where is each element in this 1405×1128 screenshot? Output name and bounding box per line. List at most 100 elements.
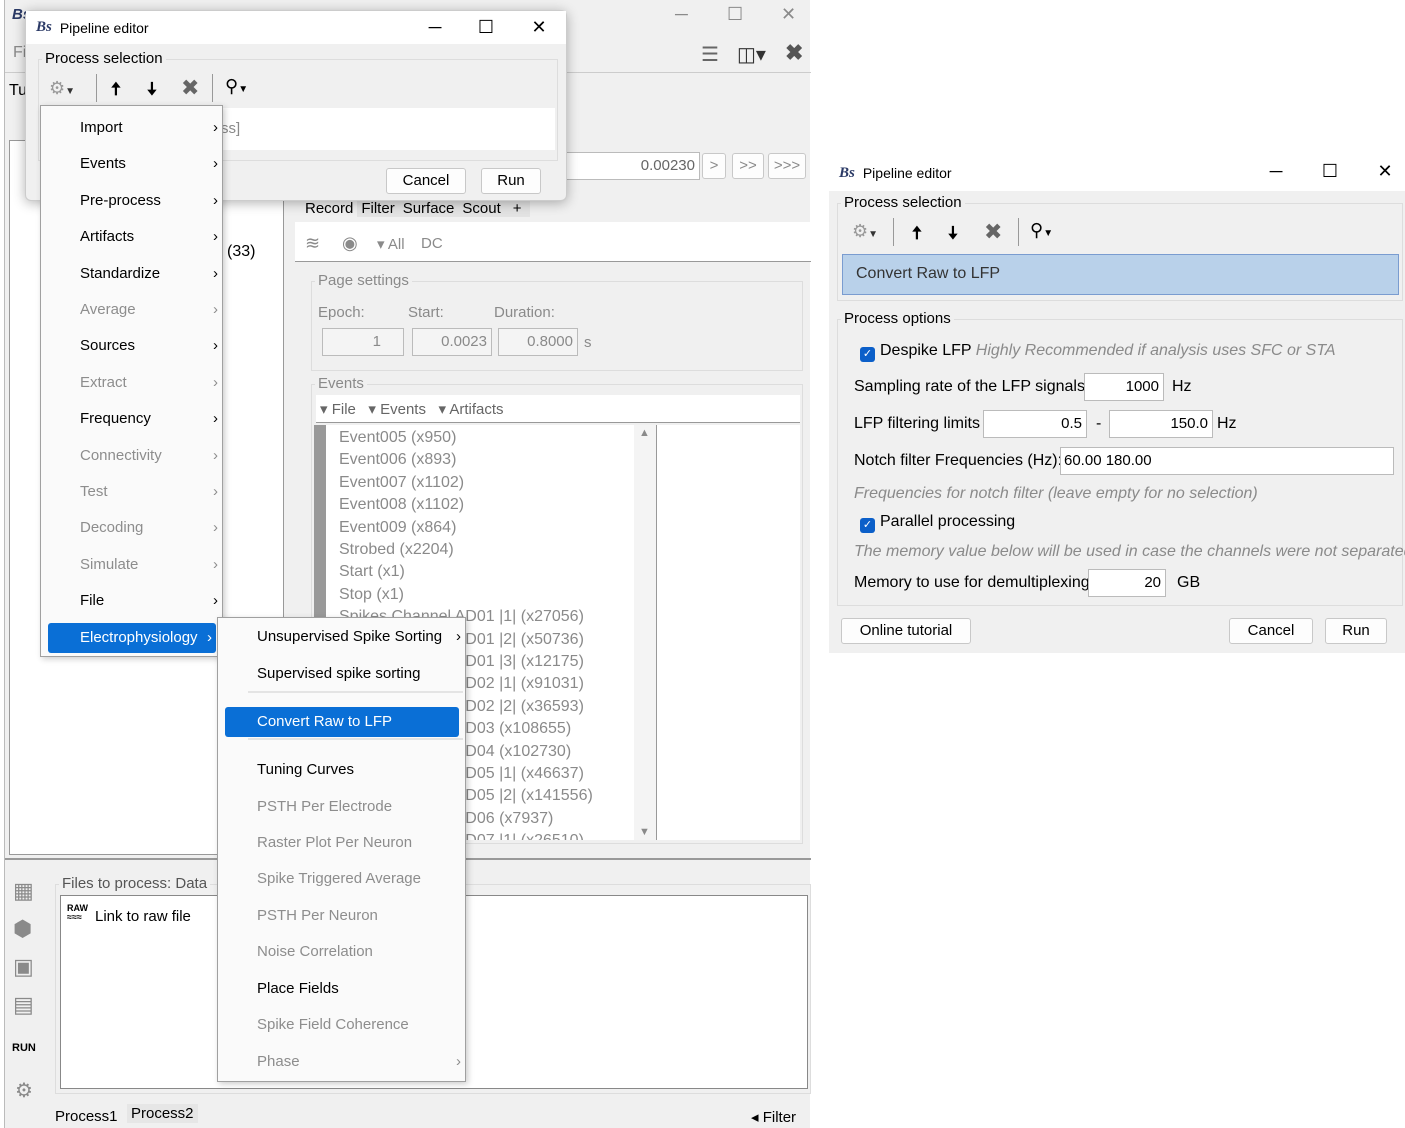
delete-icon[interactable]: ✖: [181, 75, 199, 101]
target-icon[interactable]: ◉: [342, 233, 358, 254]
menu-item-standardize[interactable]: Standardize ›: [41, 259, 222, 289]
process-matrix-icon[interactable]: ▤: [13, 992, 34, 1018]
sampling-rate-input[interactable]: 1000: [1084, 373, 1164, 401]
filter-high-input[interactable]: 150.0: [1109, 410, 1213, 438]
run-button[interactable]: Run: [481, 168, 541, 194]
menu-item-extract[interactable]: Extract ›: [41, 368, 222, 398]
tab-process2[interactable]: Process2: [127, 1104, 198, 1123]
settings-icon[interactable]: ⚙: [15, 1078, 33, 1103]
menu-item-convert-raw-to-lfp[interactable]: Convert Raw to LFP: [225, 707, 459, 737]
minimize-icon[interactable]: ─: [675, 4, 688, 25]
notch-input[interactable]: 60.00 180.00: [1060, 447, 1394, 475]
menu-item-raster-plot-per-neuron[interactable]: Raster Plot Per Neuron: [218, 828, 465, 858]
delete-icon[interactable]: ✖: [984, 219, 1002, 245]
events-file-menu[interactable]: ▾ File: [320, 401, 356, 418]
event-item[interactable]: Event009 (x864): [339, 519, 456, 537]
cancel-button[interactable]: Cancel: [1229, 618, 1313, 644]
maximize-icon[interactable]: ☐: [1315, 161, 1345, 182]
process-sources-icon[interactable]: ⬢: [13, 916, 32, 942]
tab-add[interactable]: +: [504, 200, 530, 217]
menu-item-supervised-spike-sorting[interactable]: Supervised spike sorting: [218, 659, 465, 689]
arrow-up-icon[interactable]: 🠅: [912, 221, 922, 251]
tab-scout[interactable]: Scout: [458, 200, 505, 217]
parallel-checkbox[interactable]: ✓: [860, 518, 875, 533]
cancel-button[interactable]: Cancel: [386, 168, 466, 194]
despike-checkbox[interactable]: ✓: [860, 347, 875, 362]
menu-item-psth-per-electrode[interactable]: PSTH Per Electrode: [218, 792, 465, 822]
file-item[interactable]: Link to raw file: [95, 908, 191, 925]
time-field[interactable]: 0.00230: [565, 152, 700, 180]
close-icon[interactable]: ✕: [1370, 161, 1400, 182]
events-scrollbar[interactable]: ▲ ▼: [634, 425, 656, 840]
menu-item-artifacts[interactable]: Artifacts ›: [41, 222, 222, 252]
tab-filter[interactable]: Filter: [357, 200, 399, 217]
despike-option[interactable]: ✓ Despike LFP Highly Recommended if analy…: [860, 342, 1336, 362]
tab-record[interactable]: Record: [301, 200, 357, 217]
menu-item-file[interactable]: File ›: [41, 586, 222, 616]
event-item[interactable]: Stop (x1): [339, 586, 404, 604]
events-events-menu[interactable]: ▾ Events: [368, 401, 426, 418]
waves-icon[interactable]: ≋: [305, 233, 320, 254]
pipeline-icon[interactable]: ⚲▼: [225, 76, 248, 97]
filter-button[interactable]: ◂ Filter: [751, 1108, 796, 1126]
scroll-up-icon[interactable]: ▲: [639, 427, 650, 439]
arrow-up-icon[interactable]: 🠅: [111, 77, 121, 107]
tab-surface[interactable]: Surface: [398, 200, 459, 217]
menu-item-average[interactable]: Average ›: [41, 295, 222, 325]
close-icon[interactable]: ✕: [524, 17, 554, 38]
menu-item-place-fields[interactable]: Place Fields: [218, 974, 465, 1004]
run-button[interactable]: Run: [1325, 618, 1387, 644]
next-fast-button[interactable]: >>: [732, 153, 764, 179]
menu-item-import[interactable]: Import ›: [41, 113, 222, 143]
pipeline-icon[interactable]: ⚲▼: [1030, 220, 1053, 241]
selected-process-item[interactable]: Convert Raw to LFP: [842, 254, 1399, 295]
menu-item-phase[interactable]: Phase ›: [218, 1047, 465, 1077]
menu-item-spike-triggered-average[interactable]: Spike Triggered Average: [218, 864, 465, 894]
menu-item-frequency[interactable]: Frequency ›: [41, 404, 222, 434]
scroll-down-icon[interactable]: ▼: [639, 826, 650, 838]
maximize-icon[interactable]: ☐: [471, 17, 501, 38]
menu-item-electrophysiology[interactable]: Electrophysiology ›: [48, 622, 216, 653]
events-artifacts-menu[interactable]: ▾ Artifacts: [438, 401, 503, 418]
start-field[interactable]: 0.0023: [412, 328, 492, 356]
online-tutorial-button[interactable]: Online tutorial: [841, 618, 971, 644]
menu-item-noise-correlation[interactable]: Noise Correlation: [218, 937, 465, 967]
dc-button[interactable]: DC: [421, 235, 443, 252]
gear-icon[interactable]: ⚙▼: [49, 78, 75, 99]
menu-item-decoding[interactable]: Decoding ›: [41, 513, 222, 543]
process-data-icon[interactable]: ▦: [13, 878, 34, 904]
event-item[interactable]: Event007 (x1102): [339, 474, 464, 492]
process-timefreq-icon[interactable]: ▣: [13, 954, 34, 980]
maximize-icon[interactable]: ☐: [727, 4, 743, 25]
close-icon[interactable]: ✕: [781, 4, 796, 25]
minimize-icon[interactable]: ─: [420, 17, 450, 38]
event-item[interactable]: Event005 (x950): [339, 429, 456, 447]
menu-item-spike-field-coherence[interactable]: Spike Field Coherence: [218, 1010, 465, 1040]
memory-input[interactable]: 20: [1088, 569, 1166, 597]
menu-item-test[interactable]: Test ›: [41, 477, 222, 507]
layout-icon[interactable]: ◫▾: [737, 42, 766, 67]
next-faster-button[interactable]: >>>: [768, 153, 806, 179]
menu-item-pre-process[interactable]: Pre-process ›: [41, 186, 222, 216]
event-item[interactable]: Event008 (x1102): [339, 496, 464, 514]
next-button[interactable]: >: [702, 153, 726, 179]
menu-item-unsupervised-spike-sorting[interactable]: Unsupervised Spike Sorting ›: [218, 622, 465, 652]
arrow-down-icon[interactable]: 🠇: [948, 221, 958, 251]
menu-item-connectivity[interactable]: Connectivity ›: [41, 441, 222, 471]
menu-item-simulate[interactable]: Simulate ›: [41, 550, 222, 580]
event-item[interactable]: Strobed (x2204): [339, 541, 454, 559]
close-figures-icon[interactable]: ✖: [785, 40, 803, 66]
menu-item-tuning-curves[interactable]: Tuning Curves: [218, 755, 465, 785]
menu-item-events[interactable]: Events ›: [41, 149, 222, 179]
duration-field[interactable]: 0.8000: [498, 328, 578, 356]
gear-icon[interactable]: ⚙▼: [852, 221, 878, 242]
minimize-icon[interactable]: ─: [1261, 161, 1291, 182]
list-view-icon[interactable]: ☰: [701, 42, 719, 67]
run-button[interactable]: RUN: [12, 1042, 36, 1054]
menu-item-sources[interactable]: Sources ›: [41, 331, 222, 361]
montage-all-dropdown[interactable]: ▾ All: [377, 235, 405, 253]
epoch-spinner[interactable]: 1: [322, 328, 404, 356]
menu-item-psth-per-neuron[interactable]: PSTH Per Neuron: [218, 901, 465, 931]
event-item[interactable]: Start (x1): [339, 563, 405, 581]
parallel-option[interactable]: ✓ Parallel processing: [860, 513, 1015, 533]
